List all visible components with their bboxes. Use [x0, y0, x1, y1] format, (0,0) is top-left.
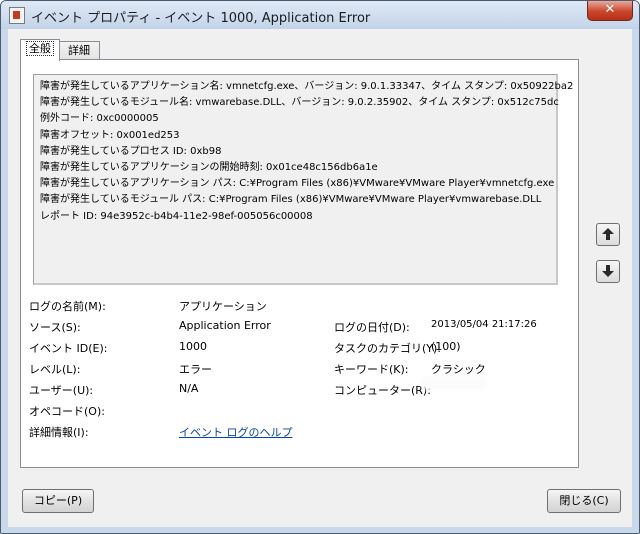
- source-value: Application Error: [179, 319, 271, 332]
- level-value: エラー: [179, 363, 212, 376]
- description-line: 障害が発生しているモジュール名: vmwarebase.DLL、バージョン: 9…: [40, 97, 559, 109]
- title-bar[interactable]: イベント プロパティ - イベント 1000, Application Erro…: [1, 1, 639, 29]
- description-line: 障害が発生しているプロセス ID: 0xb98: [40, 145, 222, 157]
- window-title: イベント プロパティ - イベント 1000, Application Erro…: [31, 11, 371, 26]
- event-log-help-link[interactable]: イベント ログのヘルプ: [179, 424, 293, 440]
- redacted-computer-name: [423, 378, 486, 388]
- next-event-button[interactable]: [596, 260, 620, 283]
- user-label: ユーザー(U):: [29, 384, 94, 397]
- description-line: 例外コード: 0xc0000005: [40, 113, 159, 125]
- tab-general-label: 全般: [26, 41, 54, 56]
- log-name-value: アプリケーション: [179, 300, 267, 313]
- task-category-label: タスクのカテゴリ(Y):: [334, 342, 442, 355]
- close-window-button[interactable]: ✕: [587, 1, 633, 21]
- keywords-label: キーワード(K):: [334, 363, 409, 376]
- event-description-box[interactable]: 障害が発生しているアプリケーション名: vmnetcfg.exe、バージョン: …: [33, 74, 574, 285]
- opcode-label: オペコード(O):: [29, 405, 105, 418]
- close-button[interactable]: 閉じる(C): [547, 489, 621, 513]
- source-label: ソース(S):: [29, 321, 81, 334]
- computer-label: コンピューター(R):: [334, 384, 431, 397]
- logged-value: 2013/05/04 21:17:26: [431, 319, 537, 330]
- more-info-label: 詳細情報(I):: [29, 426, 89, 439]
- logged-label: ログの日付(D):: [334, 321, 410, 334]
- description-line: 障害オフセット: 0x001ed253: [40, 129, 180, 141]
- arrow-up-icon: [602, 228, 614, 240]
- description-line: 障害が発生しているアプリケーション名: vmnetcfg.exe、バージョン: …: [40, 81, 574, 92]
- description-line: 障害が発生しているモジュール パス: C:¥Program Files (x86…: [40, 194, 542, 206]
- arrow-down-icon: [602, 265, 614, 277]
- copy-button[interactable]: コピー(P): [22, 489, 94, 513]
- tab-details[interactable]: 詳細: [58, 41, 100, 60]
- level-label: レベル(L):: [29, 363, 81, 376]
- user-value: N/A: [179, 382, 199, 395]
- previous-event-button[interactable]: [596, 223, 620, 246]
- dialog-body: 全般 詳細 障害が発生しているアプリケーション名: vmnetcfg.exe、バ…: [8, 29, 632, 527]
- description-line: 障害が発生しているアプリケーションの開始時刻: 0x01ce48c156db6a…: [40, 161, 378, 173]
- event-properties-window: イベント プロパティ - イベント 1000, Application Erro…: [0, 0, 640, 534]
- general-tab-panel: 障害が発生しているアプリケーション名: vmnetcfg.exe、バージョン: …: [20, 59, 579, 468]
- event-id-label: イベント ID(E):: [29, 342, 108, 355]
- event-id-value: 1000: [179, 340, 207, 353]
- tab-details-label: 詳細: [68, 44, 90, 57]
- log-name-label: ログの名前(M):: [29, 300, 106, 313]
- keywords-value: クラシック: [431, 363, 486, 376]
- event-viewer-icon: [9, 7, 25, 24]
- description-line: 障害が発生しているアプリケーション パス: C:¥Program Files (…: [40, 178, 555, 190]
- tab-general[interactable]: 全般: [20, 39, 60, 61]
- description-line: レポート ID: 94e3952c-b4b4-11e2-98ef-005056c…: [40, 210, 313, 222]
- task-category-value: (100): [431, 340, 461, 353]
